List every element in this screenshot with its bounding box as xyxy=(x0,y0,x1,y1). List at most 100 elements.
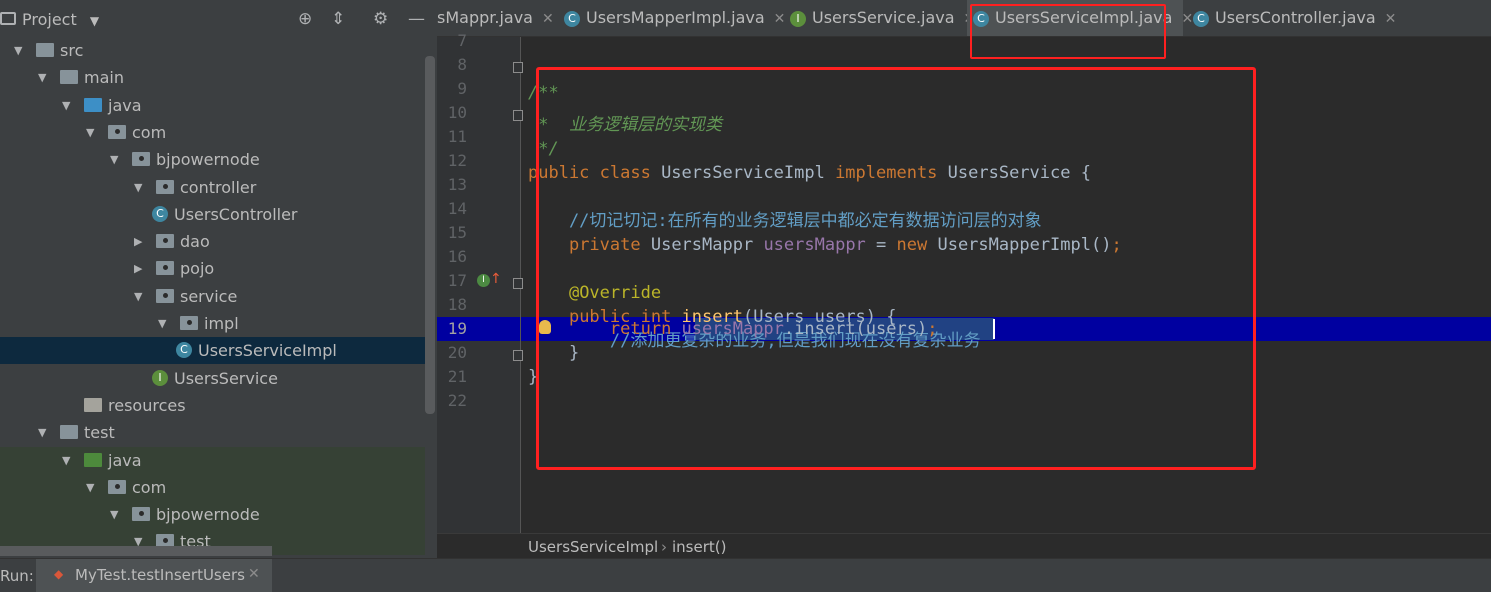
tree-node-label: UsersService xyxy=(174,368,278,388)
tree-node-java[interactable]: ▼ java xyxy=(0,92,425,119)
close-icon[interactable]: ✕ xyxy=(1181,11,1193,27)
project-view-icon[interactable] xyxy=(0,12,16,25)
class-icon: C xyxy=(1193,10,1209,27)
tree-node-dao[interactable]: ▶ dao xyxy=(0,228,425,255)
collapse-all-icon[interactable]: ⇕ xyxy=(331,9,345,29)
fold-marker-icon[interactable] xyxy=(513,110,523,121)
locate-icon[interactable]: ⊕ xyxy=(298,9,312,29)
line-number: 7 xyxy=(457,31,467,50)
tree-node-bjpowernode[interactable]: ▼ bjpowernode xyxy=(0,146,425,173)
fold-marker-icon[interactable] xyxy=(513,350,523,361)
tree-node-pojo[interactable]: ▶ pojo xyxy=(0,255,425,282)
chevron-down-icon[interactable]: ▼ xyxy=(86,474,94,501)
tree-node-userscontroller[interactable]: C UsersController xyxy=(0,201,425,228)
project-panel: Project ▼ ⊕ ⇕ ⚙ — ▼ src ▼ main ▼ java ▼ com ▼ bjp… xyxy=(0,0,437,558)
override-arrow-icon[interactable]: ↑ xyxy=(490,271,502,287)
tree-node-impl[interactable]: ▼ impl xyxy=(0,310,425,337)
close-icon[interactable]: ✕ xyxy=(1385,11,1397,27)
minimize-icon[interactable]: — xyxy=(408,9,425,29)
tree-node-com[interactable]: ▼ com xyxy=(0,119,425,146)
tree-node-controller[interactable]: ▼ controller xyxy=(0,174,425,201)
tree-node-test[interactable]: ▼ test xyxy=(0,419,425,446)
run-tab-label: MyTest.testInsertUsers xyxy=(75,566,245,584)
line-number: 8 xyxy=(457,55,467,74)
tree-node-bjpowernode[interactable]: ▼ bjpowernode xyxy=(0,501,425,529)
close-icon[interactable]: ✕ xyxy=(774,11,786,27)
run-tool-bar: Run: ◆ MyTest.testInsertUsers ✕ xyxy=(0,558,1491,592)
tree-node-resources[interactable]: resources xyxy=(0,392,425,419)
line-number: 10 xyxy=(447,103,467,122)
package-dot xyxy=(139,511,144,517)
tree-node-java[interactable]: ▼ java xyxy=(0,446,425,474)
tree-node-label: com xyxy=(132,477,167,497)
chevron-down-icon[interactable]: ▼ xyxy=(158,310,166,337)
folder-icon xyxy=(60,425,78,440)
tree-node-service[interactable]: ▼ service xyxy=(0,283,425,310)
close-icon[interactable]: ✕ xyxy=(248,566,260,582)
tree-node-main[interactable]: ▼ main xyxy=(0,64,425,91)
line-number: 16 xyxy=(447,247,467,266)
package-icon xyxy=(156,179,174,194)
chevron-down-icon[interactable]: ▼ xyxy=(134,174,142,201)
breadcrumb: UsersServiceImpl › insert() xyxy=(437,533,1491,559)
package-dot xyxy=(115,483,120,489)
tree-node-label: main xyxy=(84,68,124,88)
chevron-down-icon[interactable]: ▼ xyxy=(38,64,46,91)
editor-tab-bar: sMappr.java ✕ C UsersMapperImpl.java ✕ I Use… xyxy=(437,0,1491,37)
folder-icon xyxy=(84,97,102,112)
folder-icon xyxy=(84,397,102,412)
package-dot xyxy=(139,156,144,162)
breadcrumb-method[interactable]: insert() xyxy=(672,538,726,556)
package-icon xyxy=(156,234,174,249)
fold-marker-icon[interactable] xyxy=(513,62,523,73)
tab-userscontroller-java[interactable]: C UsersController.java ✕ xyxy=(1193,0,1396,36)
project-horizontal-scrollbar[interactable] xyxy=(0,546,272,556)
class-icon: C xyxy=(152,205,168,222)
highlight-box-code xyxy=(536,67,1256,470)
chevron-right-icon[interactable]: ▶ xyxy=(134,255,142,282)
chevron-right-icon[interactable]: ▶ xyxy=(134,228,142,255)
fold-marker-icon[interactable] xyxy=(513,278,523,289)
package-dot xyxy=(187,320,192,325)
package-icon xyxy=(132,152,150,167)
chevron-down-icon[interactable]: ▼ xyxy=(110,501,118,528)
tree-node-label: java xyxy=(108,450,142,470)
chevron-down-icon[interactable]: ▼ xyxy=(110,146,118,173)
tree-node-label: controller xyxy=(180,177,257,197)
chevron-down-icon[interactable]: ▼ xyxy=(90,14,99,28)
chevron-down-icon[interactable]: ▼ xyxy=(62,92,70,119)
tree-node-usersserviceimpl[interactable]: C UsersServiceImpl xyxy=(0,337,425,365)
tree-node-src[interactable]: ▼ src xyxy=(0,37,425,64)
implements-method-icon[interactable]: I xyxy=(477,274,490,287)
run-label: Run: xyxy=(0,567,34,585)
gear-icon[interactable]: ⚙ xyxy=(373,9,388,29)
tree-node-label: resources xyxy=(108,395,186,415)
close-icon[interactable]: ✕ xyxy=(542,11,554,27)
test-run-icon: ◆ xyxy=(54,567,64,581)
class-icon: C xyxy=(176,342,192,359)
tree-node-label: java xyxy=(108,95,142,115)
line-number: 22 xyxy=(447,391,467,410)
line-number: 14 xyxy=(447,199,467,218)
line-number: 12 xyxy=(447,151,467,170)
project-vertical-scrollbar[interactable] xyxy=(425,56,435,414)
chevron-down-icon[interactable]: ▼ xyxy=(134,283,142,310)
interface-icon: I xyxy=(152,369,168,386)
chevron-down-icon[interactable]: ▼ xyxy=(62,447,70,474)
chevron-down-icon[interactable]: ▼ xyxy=(14,37,22,64)
tab-label: UsersService.java xyxy=(812,8,955,27)
tree-node-label: impl xyxy=(204,314,239,333)
tree-node-label: com xyxy=(132,122,167,142)
chevron-down-icon[interactable]: ▼ xyxy=(86,119,94,146)
tree-node-label: dao xyxy=(180,232,210,252)
breadcrumb-class[interactable]: UsersServiceImpl xyxy=(528,538,658,556)
chevron-down-icon[interactable]: ▼ xyxy=(38,419,46,446)
tree-node-usersservice[interactable]: I UsersService xyxy=(0,365,425,392)
tab-usersmapperimpl-java[interactable]: C UsersMapperImpl.java ✕ xyxy=(564,0,785,36)
package-icon xyxy=(180,316,198,330)
tab-usersservice-java[interactable]: IUsersService.java✕ xyxy=(790,0,975,36)
run-tab[interactable]: ◆ MyTest.testInsertUsers ✕ xyxy=(36,559,272,592)
breadcrumb-separator-icon: › xyxy=(661,538,667,556)
project-panel-title[interactable]: Project ▼ xyxy=(22,10,99,29)
tree-node-com[interactable]: ▼ com xyxy=(0,473,425,501)
